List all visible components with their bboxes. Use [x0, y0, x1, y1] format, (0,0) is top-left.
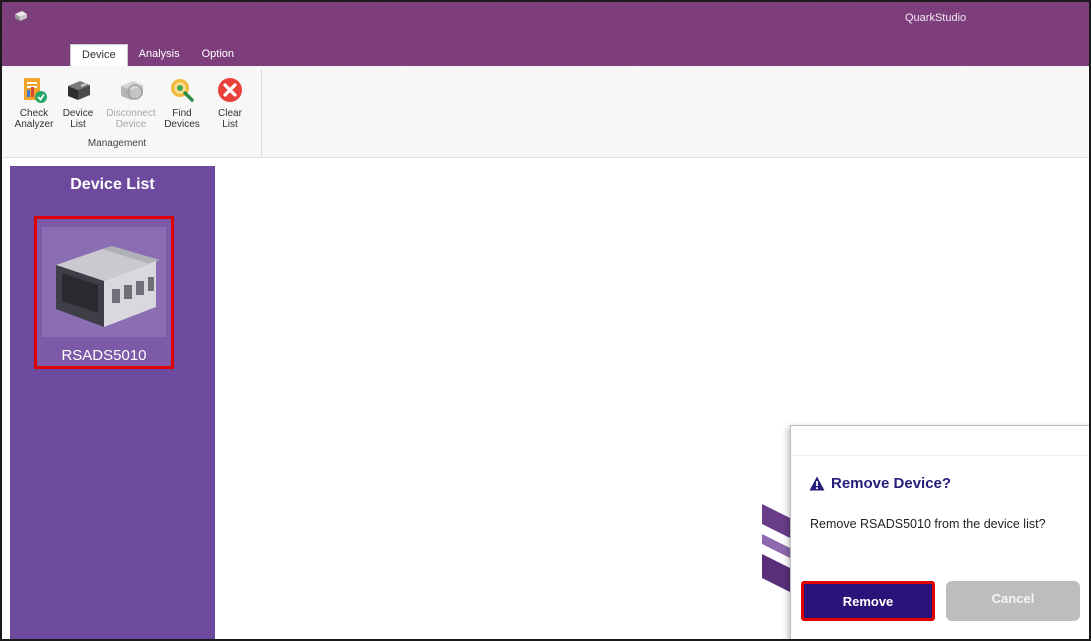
- management-group: Check Analyzer Device List Disconnect De…: [12, 70, 262, 156]
- device-list-label: Device List: [62, 108, 94, 130]
- find-devices-label: Find Devices: [164, 108, 200, 130]
- title-bar: QuarkStudio Device Analysis Option: [2, 2, 1089, 66]
- tab-analysis[interactable]: Analysis: [128, 44, 191, 66]
- tab-option[interactable]: Option: [191, 44, 245, 66]
- check-analyzer-button[interactable]: Check Analyzer: [12, 76, 56, 130]
- analyzer-device-image: [42, 227, 166, 337]
- dialog-title-text: Remove Device?: [831, 475, 952, 492]
- window-title: QuarkStudio: [905, 12, 967, 24]
- dialog-title: Remove Device?: [809, 475, 951, 492]
- disconnect-device-label: Disconnect Device: [106, 108, 156, 130]
- dialog-header: [791, 426, 1089, 456]
- device-list-panel: Device List RSADS5010: [10, 166, 215, 639]
- find-devices-button[interactable]: Find Devices: [160, 76, 204, 130]
- ribbon-toolbar: Check Analyzer Device List Disconnect De…: [2, 66, 1089, 158]
- warning-icon: [809, 476, 825, 491]
- remove-device-dialog: Remove Device? Remove RSADS5010 from the…: [790, 425, 1089, 639]
- clear-list-button[interactable]: Clear List: [208, 76, 252, 130]
- remove-button[interactable]: Remove: [801, 581, 935, 621]
- device-list-icon: [68, 81, 90, 100]
- device-list-title: Device List: [70, 176, 155, 193]
- ribbon-tabs: Device Analysis Option: [70, 44, 245, 66]
- tab-device[interactable]: Device: [70, 44, 128, 66]
- device-list-button[interactable]: Device List: [56, 76, 100, 130]
- disconnect-device-icon: [121, 81, 143, 100]
- cancel-button[interactable]: Cancel: [946, 581, 1080, 621]
- app-logo-icon: [15, 11, 27, 21]
- app-window: QuarkStudio Device Analysis Option Check…: [0, 0, 1091, 641]
- device-name: RSADS5010: [61, 347, 147, 364]
- clear-list-label: Clear List: [218, 108, 242, 130]
- dialog-message: Remove RSADS5010 from the device list?: [810, 517, 1046, 531]
- disconnect-device-button[interactable]: Disconnect Device: [106, 76, 156, 130]
- clear-list-icon: [218, 78, 242, 102]
- management-group-label: Management: [87, 138, 147, 149]
- find-devices-icon: [171, 79, 194, 102]
- check-analyzer-icon: [24, 78, 47, 103]
- ribbon-divider: [2, 158, 1089, 166]
- device-item-rsads5010[interactable]: RSADS5010: [34, 216, 174, 369]
- check-analyzer-label: Check Analyzer: [14, 108, 54, 130]
